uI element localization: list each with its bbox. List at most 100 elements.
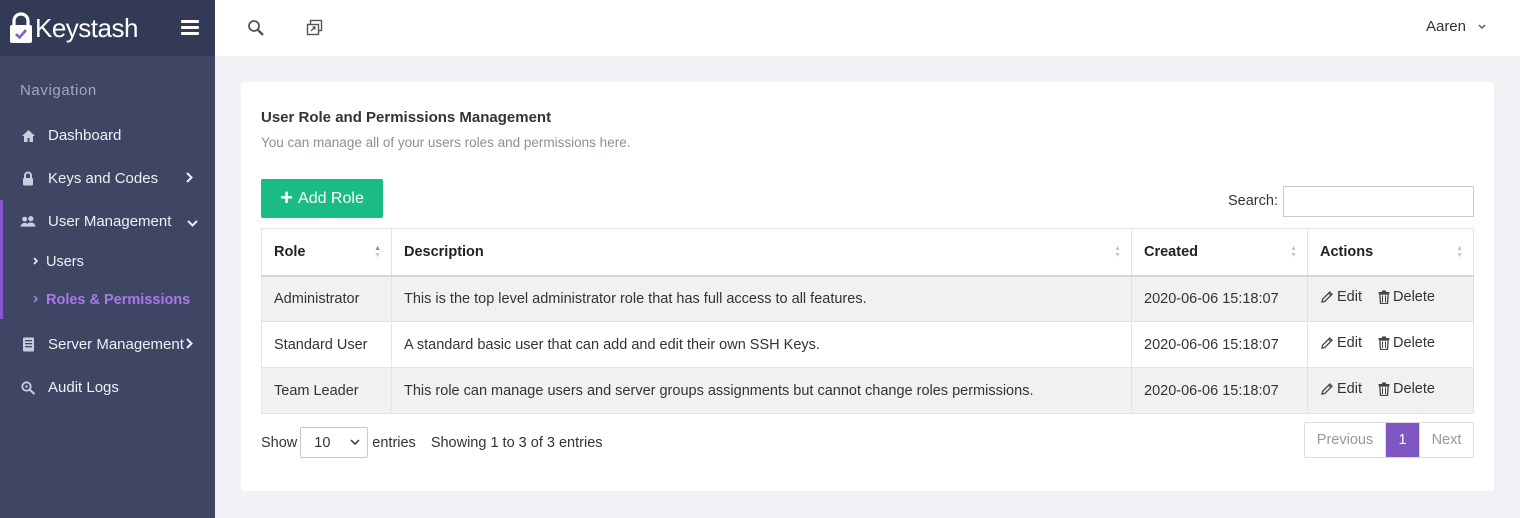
sidebar-item-keys-and-codes[interactable]: Keys and Codes — [0, 157, 215, 200]
brand-logo[interactable]: Keystash — [8, 12, 138, 44]
page-subtitle: You can manage all of your users roles a… — [261, 135, 631, 150]
trash-icon — [1378, 290, 1390, 305]
lock-icon — [20, 171, 36, 187]
column-label: Description — [404, 243, 484, 260]
column-label: Role — [274, 243, 306, 260]
actions-cell: Edit Delete — [1307, 275, 1474, 322]
chevron-right-icon — [186, 172, 193, 186]
column-header-description[interactable]: Description ▲ ▼ — [391, 228, 1132, 277]
chevron-down-icon — [187, 216, 198, 230]
pencil-icon — [1321, 337, 1333, 349]
page-length-select[interactable]: 10 — [300, 427, 369, 458]
search-icon[interactable] — [247, 19, 265, 37]
roles-card: User Role and Permissions Management You… — [241, 82, 1494, 491]
pagination-page-1[interactable]: 1 — [1386, 423, 1419, 457]
chevron-right-icon — [186, 338, 193, 352]
add-role-button[interactable]: + Add Role — [261, 179, 383, 218]
sidebar-subitem-label: Roles & Permissions — [46, 292, 191, 308]
sidebar-item-label: User Management — [48, 213, 172, 230]
actions-cell: Edit Delete — [1307, 321, 1474, 368]
sidebar-item-server-management[interactable]: Server Management — [0, 323, 215, 366]
nav-heading: Navigation — [20, 82, 97, 99]
page-length-value: 10 — [314, 434, 331, 451]
sidebar-group-user-management: User Management Users Roles & Permission… — [0, 200, 215, 319]
sidebar-item-label: Keys and Codes — [48, 170, 159, 187]
add-role-label: Add Role — [298, 189, 364, 207]
padlock-logo-icon — [10, 12, 32, 43]
edit-label: Edit — [1337, 381, 1362, 397]
role-cell: Standard User — [261, 321, 392, 368]
delete-label: Delete — [1393, 335, 1435, 351]
entries-label: entries — [372, 434, 416, 451]
page-title: User Role and Permissions Management — [261, 109, 552, 126]
chevron-right-icon — [33, 294, 39, 306]
table-row: Administrator This is the top level admi… — [261, 275, 1474, 322]
created-cell: 2020-06-06 15:18:07 — [1131, 321, 1308, 368]
table-info: Showing 1 to 3 of 3 entries — [430, 434, 603, 451]
column-header-actions[interactable]: Actions ▲ ▼ — [1307, 228, 1474, 277]
user-menu[interactable]: Aaren — [1426, 18, 1486, 35]
chevron-right-icon — [33, 256, 39, 268]
pencil-icon — [1321, 383, 1333, 395]
sort-icon: ▲ ▼ — [1114, 245, 1121, 259]
user-name: Aaren — [1425, 18, 1466, 35]
pagination-previous[interactable]: Previous — [1305, 423, 1386, 457]
edit-button[interactable]: Edit — [1320, 335, 1362, 351]
sort-asc-icon: ▲ ▼ — [374, 245, 381, 259]
edit-label: Edit — [1337, 289, 1362, 306]
edit-button[interactable]: Edit — [1320, 289, 1362, 305]
windows-icon[interactable] — [306, 19, 324, 37]
sidebar-subitem-users[interactable]: Users — [3, 243, 215, 281]
table-length-control: Show 10 entries Showing 1 to 3 of 3 entr… — [261, 427, 603, 458]
sidebar-item-label: Server Management — [48, 336, 184, 353]
home-icon — [20, 128, 36, 144]
table-header-row: Role ▲ ▼ Description ▲ ▼ Created ▲ ▼ Action… — [261, 228, 1474, 277]
trash-icon — [1378, 382, 1390, 396]
sidebar-item-audit-logs[interactable]: Audit Logs — [0, 366, 215, 409]
sidebar-subitem-roles-permissions[interactable]: Roles & Permissions — [3, 281, 215, 319]
table-row: Team Leader This role can manage users a… — [261, 367, 1474, 414]
edit-label: Edit — [1337, 335, 1362, 351]
search-label: Search: — [1228, 193, 1278, 209]
users-icon — [20, 214, 36, 230]
trash-icon — [1378, 336, 1390, 350]
brand-name: Keystash — [35, 12, 138, 43]
pagination-next[interactable]: Next — [1419, 423, 1473, 457]
audit-search-icon — [20, 380, 36, 396]
delete-button[interactable]: Delete — [1378, 335, 1435, 351]
role-cell: Team Leader — [261, 367, 392, 414]
sidebar-subitem-label: Users — [46, 254, 84, 270]
pagination: Previous 1 Next — [1304, 422, 1474, 458]
delete-label: Delete — [1393, 289, 1435, 306]
chevron-down-icon — [1478, 21, 1486, 32]
menu-toggle-icon[interactable] — [181, 20, 199, 35]
column-label: Actions — [1320, 243, 1374, 260]
server-icon — [20, 337, 36, 353]
role-cell: Administrator — [261, 275, 392, 322]
description-cell: A standard basic user that can add and e… — [391, 321, 1132, 368]
show-label: Show — [261, 434, 298, 451]
search-input[interactable] — [1283, 186, 1474, 217]
actions-cell: Edit Delete — [1307, 367, 1474, 414]
delete-label: Delete — [1393, 381, 1435, 397]
column-header-role[interactable]: Role ▲ ▼ — [261, 228, 392, 277]
description-cell: This is the top level administrator role… — [391, 275, 1132, 322]
roles-table: Role ▲ ▼ Description ▲ ▼ Created ▲ ▼ Action… — [261, 228, 1474, 414]
column-label: Created — [1144, 243, 1198, 260]
sidebar: Keystash Navigation Dashboard Keys and C… — [0, 0, 215, 518]
delete-button[interactable]: Delete — [1378, 289, 1435, 305]
top-bar: Aaren — [215, 0, 1520, 56]
created-cell: 2020-06-06 15:18:07 — [1131, 367, 1308, 414]
delete-button[interactable]: Delete — [1378, 381, 1435, 397]
column-header-created[interactable]: Created ▲ ▼ — [1131, 228, 1308, 277]
edit-button[interactable]: Edit — [1320, 381, 1362, 397]
sidebar-item-user-management[interactable]: User Management — [3, 200, 215, 243]
chevron-down-icon — [350, 437, 360, 448]
plus-icon: + — [280, 184, 294, 210]
sidebar-item-label: Dashboard — [48, 127, 122, 144]
sidebar-item-dashboard[interactable]: Dashboard — [0, 114, 215, 157]
pencil-icon — [1321, 291, 1333, 304]
table-row: Standard User A standard basic user that… — [261, 321, 1474, 368]
sort-icon: ▲ ▼ — [1456, 245, 1463, 259]
sort-icon: ▲ ▼ — [1290, 245, 1297, 259]
